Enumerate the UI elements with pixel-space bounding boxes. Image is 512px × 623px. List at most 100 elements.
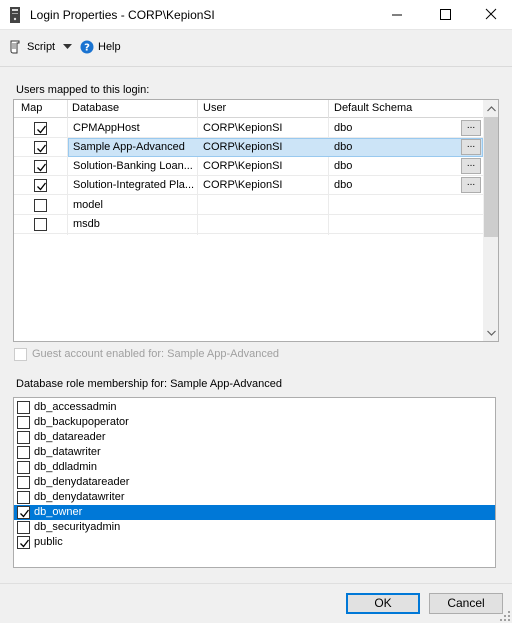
map-checkbox[interactable]: [34, 122, 47, 135]
role-name: db_datareader: [34, 431, 106, 443]
column-header-user[interactable]: User: [203, 102, 226, 114]
role-checkbox[interactable]: [17, 536, 30, 549]
map-checkbox[interactable]: [34, 218, 47, 231]
column-header-default-schema[interactable]: Default Schema: [334, 102, 412, 114]
list-item[interactable]: db_datawriter: [14, 445, 495, 460]
role-checkbox[interactable]: [17, 506, 30, 519]
table-row[interactable]: model: [14, 196, 483, 215]
toolbar-separator: [0, 66, 512, 67]
guest-account-checkbox: [14, 348, 27, 361]
map-checkbox[interactable]: [34, 141, 47, 154]
chevron-down-icon[interactable]: [63, 44, 72, 50]
user-cell: CORP\KepionSI: [203, 122, 283, 134]
table-row[interactable]: CPMAppHost CORP\KepionSI dbo ...: [14, 119, 483, 138]
role-checkbox[interactable]: [17, 491, 30, 504]
user-cell: CORP\KepionSI: [203, 179, 283, 191]
map-checkbox[interactable]: [34, 160, 47, 173]
role-membership-label: Database role membership for: Sample App…: [16, 378, 282, 390]
role-membership-list[interactable]: db_accessadmin db_backupoperator db_data…: [13, 397, 496, 568]
database-cell: Solution-Banking Loan...: [73, 160, 193, 172]
maximize-icon: [440, 9, 451, 20]
list-item[interactable]: db_denydatareader: [14, 475, 495, 490]
role-checkbox[interactable]: [17, 476, 30, 489]
user-cell: CORP\KepionSI: [203, 160, 283, 172]
ok-button[interactable]: OK: [346, 593, 420, 614]
role-name: db_owner: [34, 506, 83, 518]
table-row[interactable]: Solution-Banking Loan... CORP\KepionSI d…: [14, 157, 483, 176]
resize-grip-icon[interactable]: [500, 611, 510, 621]
database-cell: Solution-Integrated Pla...: [73, 179, 195, 191]
scrollbar-thumb[interactable]: [484, 117, 498, 237]
database-server-icon: [10, 7, 20, 23]
database-cell: CPMAppHost: [73, 122, 140, 134]
checkmark-icon: [37, 163, 47, 172]
role-checkbox[interactable]: [17, 461, 30, 474]
grid-vertical-scrollbar[interactable]: [483, 100, 498, 341]
svg-text:?: ?: [84, 43, 90, 54]
close-button[interactable]: [474, 0, 508, 30]
role-name: db_denydatareader: [34, 476, 130, 488]
checkmark-icon: [37, 125, 47, 134]
column-header-database[interactable]: Database: [72, 102, 119, 114]
database-cell: msdb: [73, 218, 100, 230]
browse-schema-button[interactable]: ...: [461, 139, 481, 155]
schema-cell: dbo: [334, 122, 353, 134]
users-mapped-label: Users mapped to this login:: [16, 84, 150, 96]
list-item[interactable]: db_backupoperator: [14, 415, 495, 430]
column-divider: [67, 100, 68, 118]
title-bar: Login Properties - CORP\KepionSI: [0, 0, 512, 30]
script-icon[interactable]: [9, 40, 23, 54]
list-item[interactable]: db_ddladmin: [14, 460, 495, 475]
browse-schema-button[interactable]: ...: [461, 158, 481, 174]
chevron-up-icon[interactable]: [487, 106, 496, 112]
guest-account-label: Guest account enabled for: Sample App-Ad…: [32, 348, 280, 360]
grid-header: Map Database User Default Schema: [14, 100, 483, 118]
role-checkbox[interactable]: [17, 416, 30, 429]
browse-schema-button[interactable]: ...: [461, 120, 481, 136]
schema-cell: dbo: [334, 160, 353, 172]
column-divider: [328, 100, 329, 118]
role-name: db_accessadmin: [34, 401, 117, 413]
list-item[interactable]: public: [14, 535, 495, 550]
column-divider: [197, 100, 198, 118]
checkmark-icon: [20, 509, 30, 518]
minimize-icon: [392, 14, 402, 16]
database-cell: model: [73, 199, 103, 211]
table-row[interactable]: Sample App-Advanced CORP\KepionSI dbo ..…: [14, 138, 483, 157]
script-button[interactable]: Script: [27, 41, 55, 53]
role-name: db_ddladmin: [34, 461, 97, 473]
schema-cell: dbo: [334, 179, 353, 191]
minimize-button[interactable]: [380, 0, 414, 30]
role-checkbox[interactable]: [17, 431, 30, 444]
role-checkbox[interactable]: [17, 401, 30, 414]
column-header-map[interactable]: Map: [21, 102, 42, 114]
list-item[interactable]: db_securityadmin: [14, 520, 495, 535]
close-icon: [485, 8, 497, 20]
schema-cell: dbo: [334, 141, 353, 153]
maximize-button[interactable]: [428, 0, 462, 30]
role-name: db_securityadmin: [34, 521, 121, 533]
role-checkbox[interactable]: [17, 521, 30, 534]
map-checkbox[interactable]: [34, 179, 47, 192]
list-item[interactable]: db_owner: [14, 505, 495, 520]
role-name: db_datawriter: [34, 446, 101, 458]
chevron-down-icon[interactable]: [487, 330, 496, 336]
list-item[interactable]: db_datareader: [14, 430, 495, 445]
cancel-button[interactable]: Cancel: [429, 593, 503, 614]
role-name: db_denydatawriter: [34, 491, 125, 503]
list-item[interactable]: db_accessadmin: [14, 400, 495, 415]
user-cell: CORP\KepionSI: [203, 141, 283, 153]
table-row[interactable]: Solution-Integrated Pla... CORP\KepionSI…: [14, 176, 483, 195]
database-cell: Sample App-Advanced: [73, 141, 185, 153]
checkmark-icon: [20, 539, 30, 548]
help-icon[interactable]: ?: [80, 40, 94, 54]
role-checkbox[interactable]: [17, 446, 30, 459]
window-title: Login Properties - CORP\KepionSI: [30, 8, 215, 22]
role-name: db_backupoperator: [34, 416, 129, 428]
list-item[interactable]: db_denydatawriter: [14, 490, 495, 505]
map-checkbox[interactable]: [34, 199, 47, 212]
table-row[interactable]: msdb: [14, 215, 483, 234]
users-mapped-grid[interactable]: Map Database User Default Schema CPMAppH…: [13, 99, 499, 342]
help-button[interactable]: Help: [98, 41, 121, 53]
browse-schema-button[interactable]: ...: [461, 177, 481, 193]
